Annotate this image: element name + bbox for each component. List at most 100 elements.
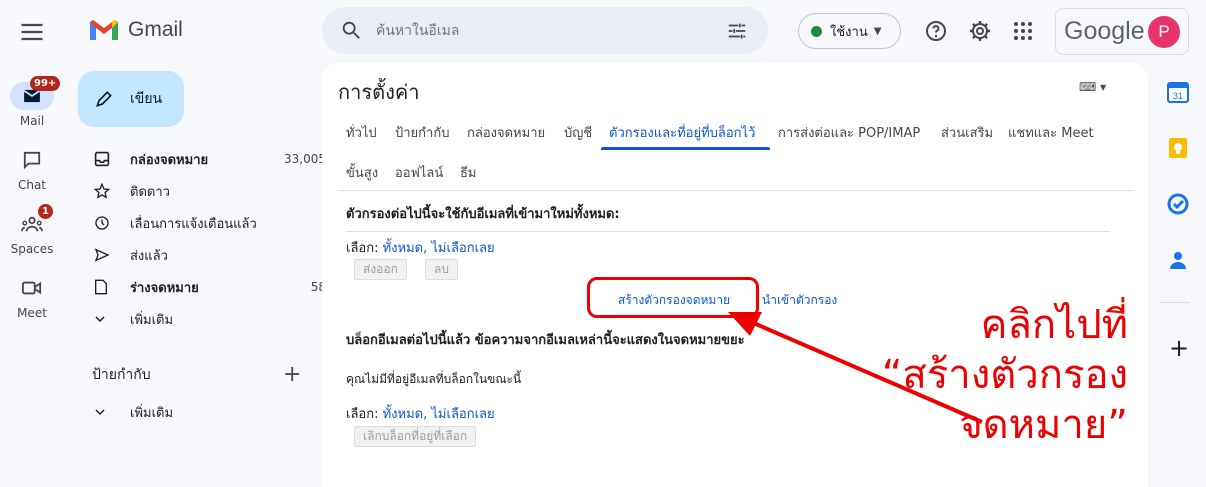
status-label: ใช้งาน (830, 24, 868, 40)
labels-more[interactable]: เพิ่มเติม (78, 396, 320, 428)
keep-icon[interactable] (1166, 136, 1190, 160)
select-prefix: เลือก: (346, 241, 379, 256)
select-all-link[interactable]: ทั้งหมด (383, 407, 424, 422)
tab-forwarding[interactable]: การส่งต่อและ POP/IMAP (778, 122, 920, 143)
rail-mail-label: Mail (19, 114, 45, 128)
divider (1160, 302, 1190, 303)
mail-unread-badge: 99+ (30, 76, 61, 91)
annotation-line: “สร้างตัวกรอง (881, 352, 1128, 398)
select-prefix: เลือก: (346, 407, 379, 422)
annotation-line: จดหมาย” (959, 402, 1128, 448)
filters-select-row: เลือก: ทั้งหมด, ไม่เลือกเลย (346, 241, 495, 256)
tab-inbox[interactable]: กล่องจดหมาย (467, 122, 545, 143)
nav-item-inbox[interactable]: กล่องจดหมาย 33,005 (78, 143, 326, 175)
contacts-icon[interactable] (1166, 248, 1190, 272)
nav-item-more[interactable]: เพิ่มเติม (78, 303, 320, 335)
rail-spaces-label: Spaces (10, 242, 54, 256)
nav-label: ส่งแล้ว (130, 248, 168, 264)
star-icon (94, 183, 110, 199)
delete-button[interactable]: ลบ (425, 259, 458, 280)
rail-chat[interactable]: Chat (0, 146, 64, 192)
gmail-logo[interactable]: Gmail (88, 17, 183, 43)
input-tools-toggle[interactable]: ⌨ ▾ (1079, 80, 1106, 94)
help-icon[interactable] (924, 19, 948, 43)
tab-chat-meet[interactable]: แชทและ Meet (1008, 122, 1094, 143)
unblock-button[interactable]: เลิกบล็อกที่อยู่ที่เลือก (354, 426, 477, 447)
divider (346, 231, 1110, 232)
divider (338, 190, 1134, 191)
labels-heading: ป้ายกำกับ (92, 367, 151, 383)
tab-general[interactable]: ทั่วไป (346, 122, 377, 143)
main-menu-button[interactable] (18, 18, 46, 46)
search-icon[interactable] (340, 19, 362, 41)
annotation-text: คลิกไปที่ “สร้างตัวกรอง จดหมาย” (882, 300, 1128, 450)
pencil-icon (96, 91, 112, 107)
search-input[interactable] (376, 19, 706, 43)
chevron-down-icon (95, 409, 105, 416)
no-blocked-text: คุณไม่มีที่อยู่อีเมลที่บล็อกในขณะนี้ (346, 372, 522, 386)
tab-advanced[interactable]: ขั้นสูง (346, 162, 378, 183)
google-wordmark: Google (1064, 17, 1145, 45)
tab-themes[interactable]: ธีม (460, 162, 477, 183)
chevron-down-icon (95, 316, 105, 323)
rail-chat-label: Chat (17, 178, 47, 192)
compose-button[interactable]: เขียน (78, 71, 184, 127)
tab-filters[interactable]: ตัวกรองและที่อยู่ที่บล็อกไว้ (609, 122, 755, 143)
export-button[interactable]: ส่งออก (354, 259, 407, 280)
send-icon (94, 248, 110, 262)
spaces-badge: 1 (38, 204, 53, 219)
blocked-heading: บล็อกอีเมลต่อไปนี้แล้ว ข้อความจากอีเมลเห… (346, 333, 745, 348)
rail-meet[interactable]: Meet (0, 274, 64, 320)
tab-addons[interactable]: ส่วนเสริม (941, 122, 993, 143)
active-tab-indicator (601, 147, 770, 150)
nav-label: เพิ่มเติม (130, 312, 174, 328)
hamburger-icon (21, 23, 43, 41)
filters-heading: ตัวกรองต่อไปนี้จะใช้กับอีเมลที่เข้ามาใหม… (346, 207, 620, 222)
inbox-icon (94, 151, 110, 167)
calendar-icon[interactable]: 31 (1166, 80, 1190, 104)
tasks-icon[interactable] (1166, 192, 1190, 216)
keyboard-icon: ⌨ (1079, 80, 1097, 94)
tab-accounts[interactable]: บัญชี (564, 122, 592, 143)
annotation-line: คลิกไปที่ (980, 302, 1128, 348)
select-none-link[interactable]: ไม่เลือกเลย (431, 241, 494, 256)
compose-label: เขียน (130, 91, 163, 107)
mail-icon (23, 89, 41, 103)
draft-icon (95, 279, 107, 295)
nav-item-drafts[interactable]: ร่างจดหมาย 58 (78, 271, 326, 303)
rail-meet-label: Meet (17, 306, 47, 320)
select-none-link[interactable]: ไม่เลือกเลย (431, 407, 494, 422)
tab-labels[interactable]: ป้ายกำกับ (395, 122, 449, 143)
labels-more-label: เพิ่มเติม (130, 405, 174, 421)
active-status-dot (811, 25, 822, 37)
gear-icon[interactable] (968, 19, 992, 43)
status-selector[interactable]: ใช้งาน ▼ (798, 13, 901, 49)
nav-item-snoozed[interactable]: เลื่อนการแจ้งเตือนแล้ว (78, 207, 320, 239)
select-all-link[interactable]: ทั้งหมด (383, 241, 424, 256)
apps-grid-icon[interactable] (1011, 19, 1035, 43)
clock-icon (95, 216, 109, 230)
search-bar[interactable] (322, 7, 768, 54)
avatar[interactable]: P (1148, 16, 1180, 48)
nav-label: ติดดาว (130, 184, 170, 200)
nav-label: ร่างจดหมาย (130, 280, 199, 296)
rail-mail[interactable]: 99+ Mail (0, 76, 64, 128)
svg-text:31: 31 (1173, 91, 1183, 101)
nav-item-sent[interactable]: ส่งแล้ว (78, 239, 320, 271)
get-addons-button[interactable]: + (1169, 334, 1189, 362)
video-camera-icon (22, 281, 42, 295)
account-switcher[interactable]: Google P (1055, 8, 1189, 55)
nav-item-starred[interactable]: ติดดาว (78, 175, 320, 207)
rail-spaces[interactable]: 1 Spaces (0, 204, 64, 256)
spaces-icon (21, 216, 43, 232)
gmail-m-icon (90, 20, 118, 40)
app-name: Gmail (128, 18, 183, 41)
page-title: การตั้งค่า (338, 80, 420, 104)
tab-offline[interactable]: ออฟไลน์ (395, 162, 443, 183)
nav-count: 33,005 (284, 152, 326, 166)
nav-label: เลื่อนการแจ้งเตือนแล้ว (130, 216, 257, 232)
search-options-icon[interactable] (726, 20, 748, 42)
chat-icon (23, 151, 41, 169)
add-label-button[interactable]: + (283, 362, 301, 387)
blocked-select-row: เลือก: ทั้งหมด, ไม่เลือกเลย (346, 407, 495, 422)
